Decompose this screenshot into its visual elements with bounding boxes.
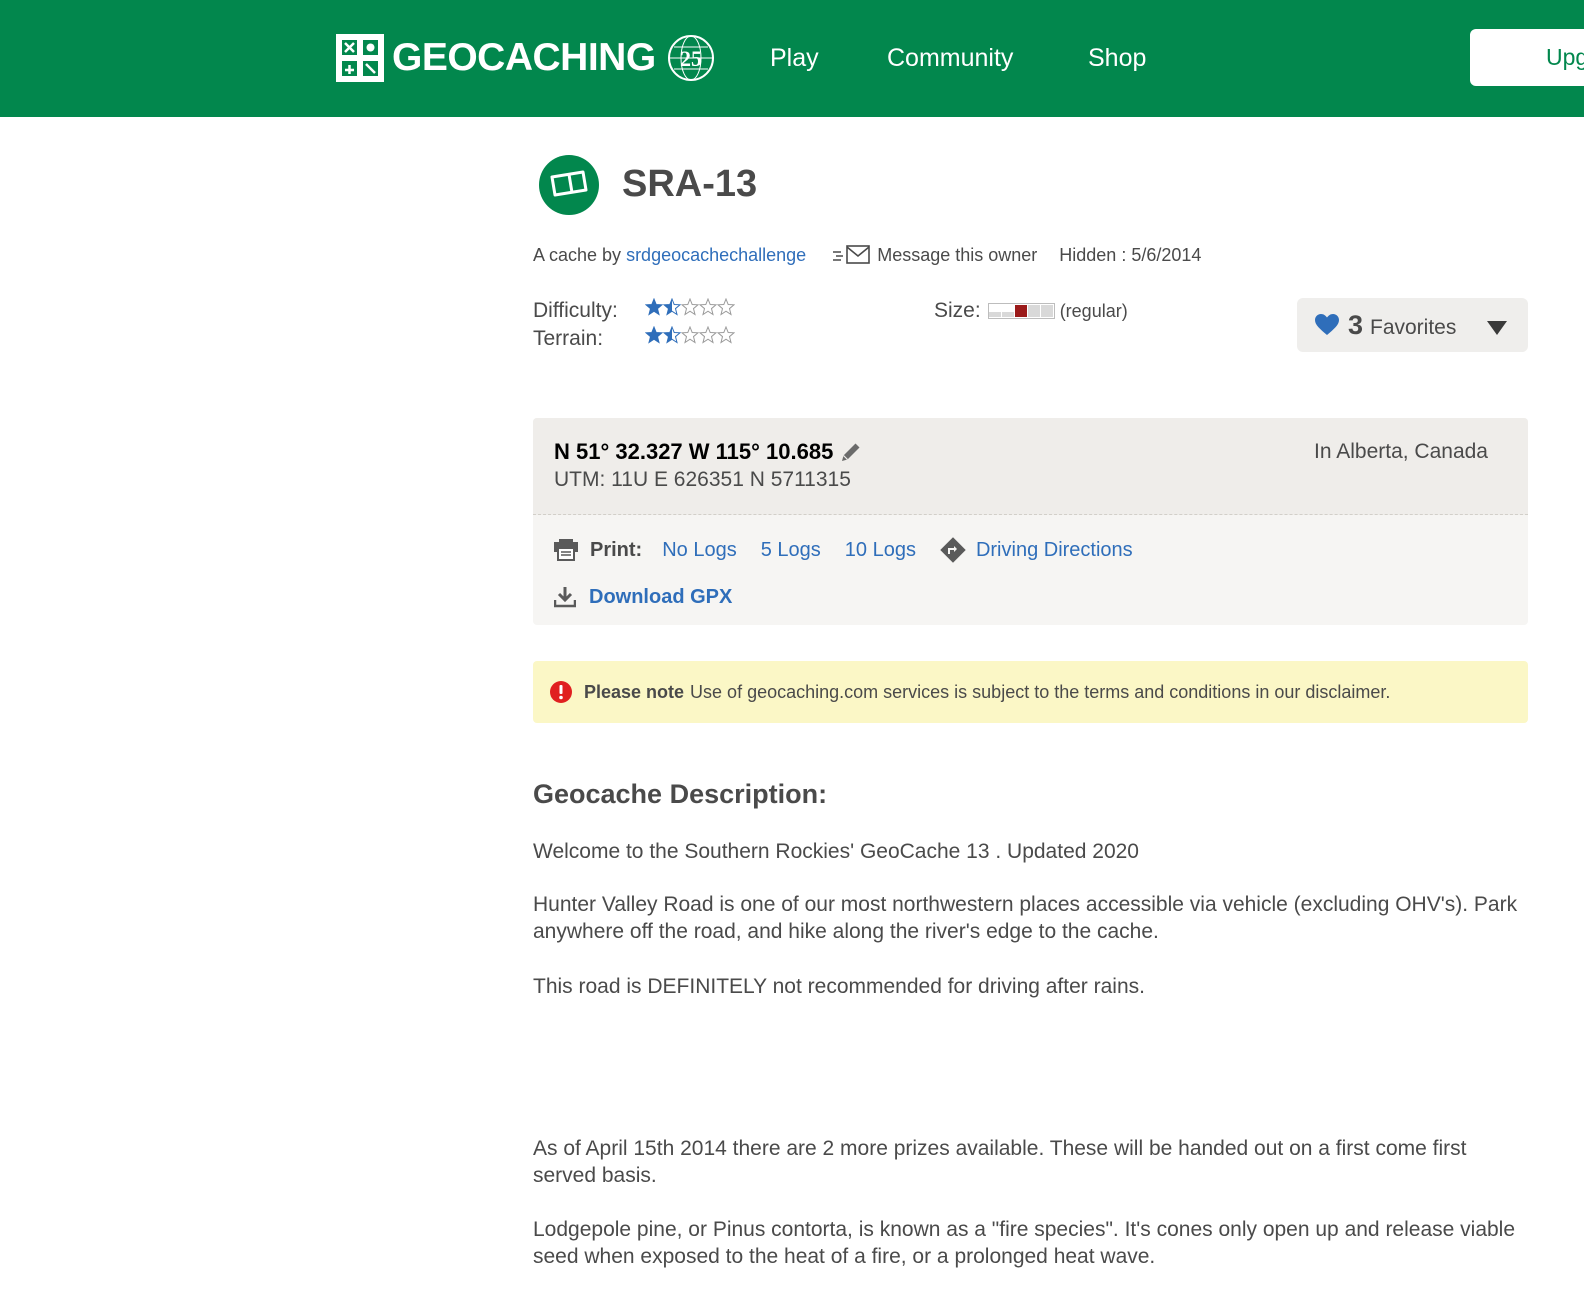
driving-directions-link[interactable]: Driving Directions (976, 535, 1133, 565)
coordinates-panel: N 51° 32.327 W 115° 10.685 UTM: 11U E 62… (533, 418, 1528, 625)
nav-community[interactable]: Community (887, 40, 1013, 76)
brand-name: GEOCACHING (392, 36, 656, 79)
difficulty-label: Difficulty: (533, 299, 618, 322)
cache-title: SRA-13 (622, 163, 758, 205)
site-header: GEOCACHING 25 Play Community Shop Upgrad… (0, 0, 1584, 117)
pencil-icon[interactable] (839, 440, 863, 464)
star-icon (663, 326, 681, 344)
heart-icon (1315, 314, 1339, 335)
utm-coordinates: UTM: 11U E 626351 N 5711315 (554, 468, 851, 491)
description-heading: Geocache Description: (533, 779, 828, 809)
alert-icon (550, 681, 572, 703)
star-icon (681, 326, 699, 344)
notice-title: Please note (584, 681, 685, 702)
terrain-label: Terrain: (533, 327, 604, 350)
terrain-stars (645, 326, 735, 344)
gpx-download: Download GPX (554, 582, 732, 612)
difficulty-stars (645, 298, 735, 316)
directions-icon (940, 537, 966, 563)
size-label: Size: (934, 299, 981, 322)
geocaching-logo-icon (336, 34, 384, 82)
description-paragraph: As of April 15th 2014 there are 2 more p… (533, 1137, 1467, 1187)
print-options: Print: No Logs 5 Logs 10 Logs Driving Di… (554, 535, 1157, 565)
star-icon (717, 326, 735, 344)
download-icon (554, 587, 576, 608)
message-owner-link[interactable]: Message this owner (833, 244, 1037, 266)
star-icon (645, 298, 663, 316)
anniversary-badge-icon: 25 (667, 35, 714, 81)
star-icon (681, 298, 699, 316)
description-paragraph: Lodgepole pine, or Pinus contorta, is kn… (533, 1218, 1516, 1268)
description-paragraph: This road is DEFINITELY not recommended … (533, 975, 1145, 998)
print-5-logs-link[interactable]: 5 Logs (761, 535, 821, 565)
description-paragraph: Hunter Valley Road is one of our most no… (533, 893, 1518, 943)
size-info: Size: (regular) (934, 297, 1128, 325)
owner-link[interactable]: srdgeocachechallenge (626, 245, 806, 266)
upgrade-button[interactable]: Upgrade (1470, 29, 1584, 86)
traditional-cache-icon (539, 155, 599, 215)
coordinates-text: N 51° 32.327 W 115° 10.685 (554, 439, 834, 464)
size-value: (regular) (1059, 301, 1128, 321)
disclaimer-notice: Please note Use of geocaching.com servic… (533, 661, 1528, 723)
print-no-logs-link[interactable]: No Logs (662, 535, 737, 565)
star-icon (645, 326, 663, 344)
coordinates: N 51° 32.327 W 115° 10.685 (554, 437, 863, 467)
cache-location: In Alberta, Canada (1314, 440, 1488, 463)
star-icon (699, 298, 717, 316)
notice-text: Use of geocaching.com services is subjec… (690, 681, 1391, 702)
print-10-logs-link[interactable]: 10 Logs (845, 535, 916, 565)
star-icon (699, 326, 717, 344)
nav-shop[interactable]: Shop (1088, 40, 1146, 76)
favorites-button[interactable]: 3 Favorites (1297, 298, 1528, 352)
owner-prefix: A cache by (533, 244, 622, 265)
cache-meta: A cache by srdgeocachechallenge Message … (533, 242, 1201, 268)
nav-play[interactable]: Play (770, 40, 819, 76)
hidden-date: Hidden : 5/6/2014 (1059, 244, 1202, 265)
favorites-count: 3 (1348, 310, 1364, 340)
coordinates-header: N 51° 32.327 W 115° 10.685 UTM: 11U E 62… (533, 418, 1528, 515)
chevron-down-icon (1487, 321, 1507, 335)
size-indicator (987, 303, 1055, 319)
description-paragraph: Welcome to the Southern Rockies' GeoCach… (533, 840, 1139, 863)
upgrade-button-label: Upgrade (1546, 44, 1584, 70)
printer-icon (554, 539, 578, 561)
star-icon (717, 298, 735, 316)
geocaching-logo[interactable]: GEOCACHING 25 (336, 33, 716, 83)
download-gpx-link[interactable]: Download GPX (589, 582, 732, 612)
message-owner-label: Message this owner (877, 244, 1038, 265)
favorites-label: Favorites (1370, 316, 1457, 339)
badge-number: 25 (680, 46, 702, 71)
envelope-icon (833, 245, 871, 264)
rating-labels: Difficulty: Terrain: (533, 297, 618, 353)
star-icon (663, 298, 681, 316)
print-label: Print: (590, 539, 643, 561)
